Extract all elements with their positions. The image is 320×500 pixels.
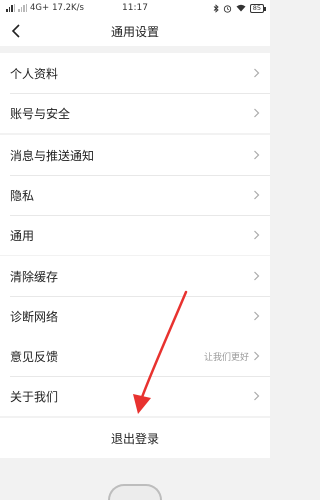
status-time: 11:17 [122,3,148,13]
settings-group-preferences: 消息与推送通知 隐私 通用 [0,135,270,255]
settings-item-about-us[interactable]: 关于我们 [0,376,270,416]
home-button[interactable] [108,484,162,500]
chevron-right-icon [254,311,260,321]
battery-level: 85 [252,3,261,12]
settings-group-about: 意见反馈 让我们更好 关于我们 [0,336,270,416]
settings-item-account-security[interactable]: 账号与安全 [0,93,270,133]
chevron-right-icon [254,68,260,78]
settings-item-label: 关于我们 [10,389,59,404]
feedback-hint: 让我们更好 [203,352,249,363]
settings-item-feedback[interactable]: 意见反馈 让我们更好 [0,336,270,376]
battery-icon: 85 [249,3,267,13]
settings-item-label: 个人资料 [10,66,59,81]
settings-item-clear-cache[interactable]: 清除缓存 [0,256,270,296]
settings-item-privacy[interactable]: 隐私 [0,175,270,215]
settings-item-notifications[interactable]: 消息与推送通知 [0,135,270,175]
settings-item-label: 通用 [10,228,35,243]
chevron-right-icon [254,108,260,118]
settings-item-profile[interactable]: 个人资料 [0,53,270,93]
status-bar: 4G+ 17.2K/s 11:17 85 [0,0,270,16]
settings-item-label: 清除缓存 [10,269,59,284]
settings-item-label: 诊断网络 [10,309,59,324]
settings-item-general[interactable]: 通用 [0,215,270,255]
settings-group-account: 个人资料 账号与安全 [0,53,270,133]
chevron-right-icon [254,150,260,160]
settings-item-label: 隐私 [10,188,35,203]
chevron-right-icon [254,391,260,401]
settings-item-label: 意见反馈 [10,349,59,364]
settings-item-network-diagnosis[interactable]: 诊断网络 [0,296,270,336]
logout-button[interactable]: 退出登录 [0,418,270,458]
settings-item-label: 消息与推送通知 [10,148,95,163]
chevron-right-icon [254,271,260,281]
settings-item-label: 账号与安全 [10,106,71,121]
settings-group-tools: 清除缓存 诊断网络 [0,256,270,336]
nav-bar: 通用设置 [0,16,270,46]
page-title: 通用设置 [110,24,159,39]
chevron-right-icon [254,230,260,240]
back-arrow-icon[interactable] [10,23,24,39]
chevron-right-icon [254,190,260,200]
chevron-right-icon [254,351,260,361]
